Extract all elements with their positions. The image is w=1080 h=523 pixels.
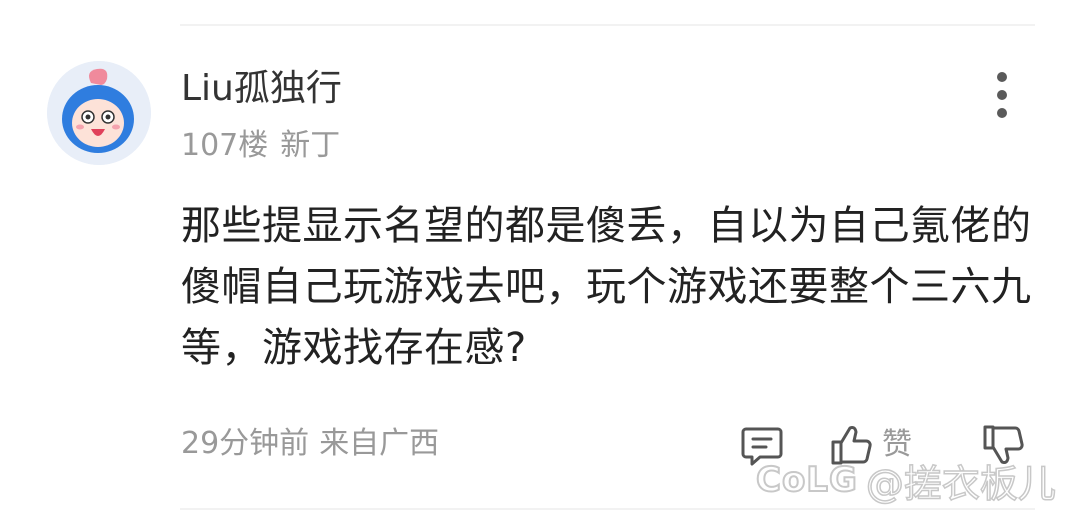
top-divider (180, 24, 1035, 26)
comment-meta: 107楼 新丁 (181, 126, 352, 166)
avatar-illustration (47, 61, 151, 165)
watermark: CoLG @搓衣板儿 (755, 452, 1057, 508)
watermark-logo: CoLG (755, 459, 858, 501)
more-options-button[interactable] (982, 68, 1022, 122)
username[interactable]: Liu孤独行 (181, 66, 342, 112)
comment-footer: 29分钟前 来自广西 (181, 424, 449, 464)
floor-number: 107楼 (181, 128, 269, 163)
avatar[interactable] (47, 61, 151, 165)
user-rank-badge: 新丁 (280, 128, 341, 163)
post-time: 29分钟前 (181, 426, 310, 461)
bottom-divider (180, 508, 1035, 510)
vertical-dots-icon (997, 72, 1007, 118)
post-location: 来自广西 (319, 426, 440, 461)
watermark-handle: @搓衣板儿 (865, 461, 1057, 507)
comment-body: 那些提显示名望的都是傻丢，自以为自己氪佬的傻帽自己玩游戏去吧，玩个游戏还要整个三… (181, 203, 1032, 371)
